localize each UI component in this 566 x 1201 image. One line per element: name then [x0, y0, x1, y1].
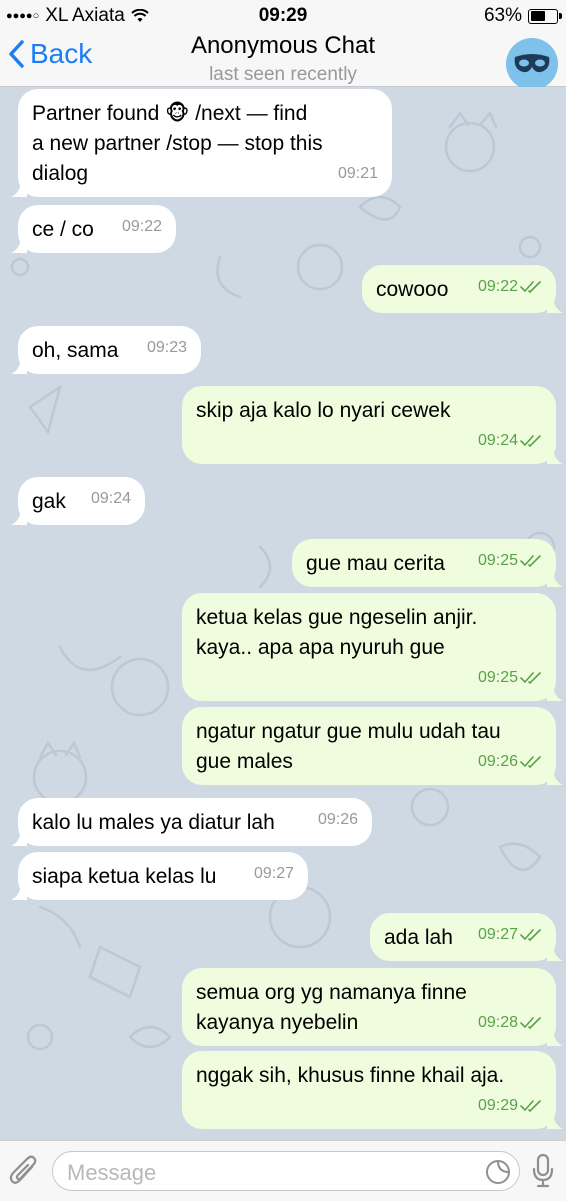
double-check-icon — [520, 435, 541, 447]
chat-area[interactable]: Partner found 🐵 /next — find a new partne… — [0, 87, 566, 1140]
double-check-icon — [520, 1017, 541, 1029]
avatar[interactable] — [506, 38, 558, 90]
message-time: 09:25 — [478, 663, 542, 693]
double-check-icon — [520, 929, 541, 941]
bubble-tail — [547, 571, 563, 587]
message-line: ketua kelas gue ngeselin anjir. — [196, 606, 478, 629]
message-timestamp: 09:22 — [477, 278, 518, 295]
double-check-icon — [520, 281, 541, 293]
message-line: a new partner /stop — stop this — [32, 132, 323, 155]
message-time: 09:26 — [318, 805, 358, 835]
bubble-tail — [547, 297, 563, 313]
message-timestamp: 09:27 — [477, 926, 518, 943]
message-input-box[interactable] — [52, 1151, 520, 1191]
incoming-message-bubble[interactable]: ce / co 09:22 — [11, 205, 176, 253]
outgoing-message-bubble[interactable]: ketua kelas gue ngeselin anjir. kaya.. ap… — [182, 593, 563, 701]
message-line: semua org yg namanya finne — [196, 981, 467, 1004]
nav-bar: Back Anonymous Chat last seen recently — [0, 30, 566, 90]
outgoing-message-bubble[interactable]: ngatur ngatur gue mulu udah tau gue males… — [182, 707, 563, 785]
double-check-icon — [520, 672, 541, 684]
message-timestamp: 09:28 — [477, 1014, 518, 1031]
outgoing-message-bubble[interactable]: cowooo 09:22 — [362, 265, 563, 313]
double-check-icon — [520, 1100, 541, 1112]
bubble-tail — [547, 1113, 563, 1129]
bubble-tail — [11, 237, 27, 253]
message-timestamp: 09:29 — [477, 1097, 518, 1114]
chat-title[interactable]: Anonymous Chat — [0, 32, 566, 60]
bubble-tail — [11, 358, 27, 374]
message-text: nggak sih, khusus finne khail aja. — [196, 1061, 542, 1091]
bubble-tail — [11, 509, 27, 525]
message-time: 09:26 — [478, 747, 542, 777]
status-bar: ●●●●○ XL Axiata 09:29 63% — [0, 0, 566, 30]
incoming-message-bubble[interactable]: siapa ketua kelas lu 09:27 — [11, 852, 308, 900]
message-text: kalo lu males ya diatur lah — [32, 808, 358, 838]
message-time: 09:27 — [478, 920, 542, 950]
message-text: Partner found 🐵 /next — find a new partne… — [32, 99, 378, 189]
outgoing-message-bubble[interactable]: semua org yg namanya finne kayanya nyebel… — [182, 968, 563, 1046]
last-seen-status: last seen recently — [209, 64, 357, 85]
outgoing-message-bubble[interactable]: skip aja kalo lo nyari cewek 09:24 — [182, 386, 563, 464]
message-timestamp: 09:27 — [253, 865, 294, 882]
message-line: kalo lu males ya diatur lah — [32, 811, 275, 834]
message-text: skip aja kalo lo nyari cewek — [196, 396, 542, 426]
message-line: dialog — [32, 162, 89, 185]
message-time: 09:25 — [478, 546, 542, 576]
outgoing-message-bubble[interactable]: nggak sih, khusus finne khail aja. 09:29 — [182, 1051, 563, 1129]
message-time: 09:29 — [478, 1091, 542, 1121]
input-bar — [0, 1140, 566, 1201]
message-time: 09:22 — [122, 212, 162, 242]
message-timestamp: 09:25 — [477, 552, 518, 569]
message-text: ketua kelas gue ngeselin anjir. kaya.. ap… — [196, 603, 542, 663]
bubble-tail — [11, 181, 27, 197]
message-timestamp: 09:24 — [90, 490, 131, 507]
message-timestamp: 09:23 — [146, 339, 187, 356]
bubble-tail — [547, 945, 563, 961]
message-time: 09:28 — [478, 1008, 542, 1038]
battery-icon — [528, 8, 562, 24]
message-timestamp: 09:26 — [477, 753, 518, 770]
bubble-tail — [547, 1030, 563, 1046]
incoming-message-bubble[interactable]: kalo lu males ya diatur lah 09:26 — [11, 798, 372, 846]
message-input[interactable] — [65, 1159, 469, 1187]
message-timestamp: 09:25 — [477, 669, 518, 686]
message-time: 09:24 — [91, 484, 131, 514]
bubble-tail — [11, 884, 27, 900]
incoming-message-bubble[interactable]: Partner found 🐵 /next — find a new partne… — [11, 89, 392, 197]
double-check-icon — [520, 756, 541, 768]
incoming-message-bubble[interactable]: gak 09:24 — [11, 477, 145, 525]
message-line: Partner found 🐵 /next — find — [32, 102, 308, 125]
microphone-icon[interactable] — [532, 1153, 554, 1189]
message-timestamp: 09:24 — [477, 432, 518, 449]
message-timestamp: 09:21 — [337, 165, 378, 182]
message-timestamp: 09:26 — [317, 811, 358, 828]
clock: 09:29 — [258, 5, 308, 26]
message-line: kaya.. apa apa nyuruh gue — [196, 636, 445, 659]
message-line: skip aja kalo lo nyari cewek — [196, 399, 451, 422]
message-time: 09:24 — [478, 426, 542, 456]
message-time: 09:21 — [338, 159, 378, 189]
bubble-tail — [547, 685, 563, 701]
message-time: 09:23 — [147, 333, 187, 363]
message-time: 09:27 — [254, 859, 294, 889]
battery-percent: 63% — [483, 5, 522, 26]
mask-icon — [514, 54, 550, 73]
bubble-tail — [11, 830, 27, 846]
outgoing-message-bubble[interactable]: gue mau cerita 09:25 — [292, 539, 563, 587]
incoming-message-bubble[interactable]: oh, sama 09:23 — [11, 326, 201, 374]
message-line: ngatur ngatur gue mulu udah tau — [196, 720, 501, 743]
attach-icon[interactable] — [8, 1153, 38, 1189]
double-check-icon — [520, 555, 541, 567]
message-line: nggak sih, khusus finne khail aja. — [196, 1064, 505, 1087]
bubble-tail — [547, 769, 563, 785]
message-timestamp: 09:22 — [121, 218, 162, 235]
outgoing-message-bubble[interactable]: ada lah 09:27 — [370, 913, 563, 961]
sticker-icon[interactable] — [485, 1159, 511, 1185]
bubble-tail — [547, 448, 563, 464]
message-time: 09:22 — [478, 272, 542, 302]
